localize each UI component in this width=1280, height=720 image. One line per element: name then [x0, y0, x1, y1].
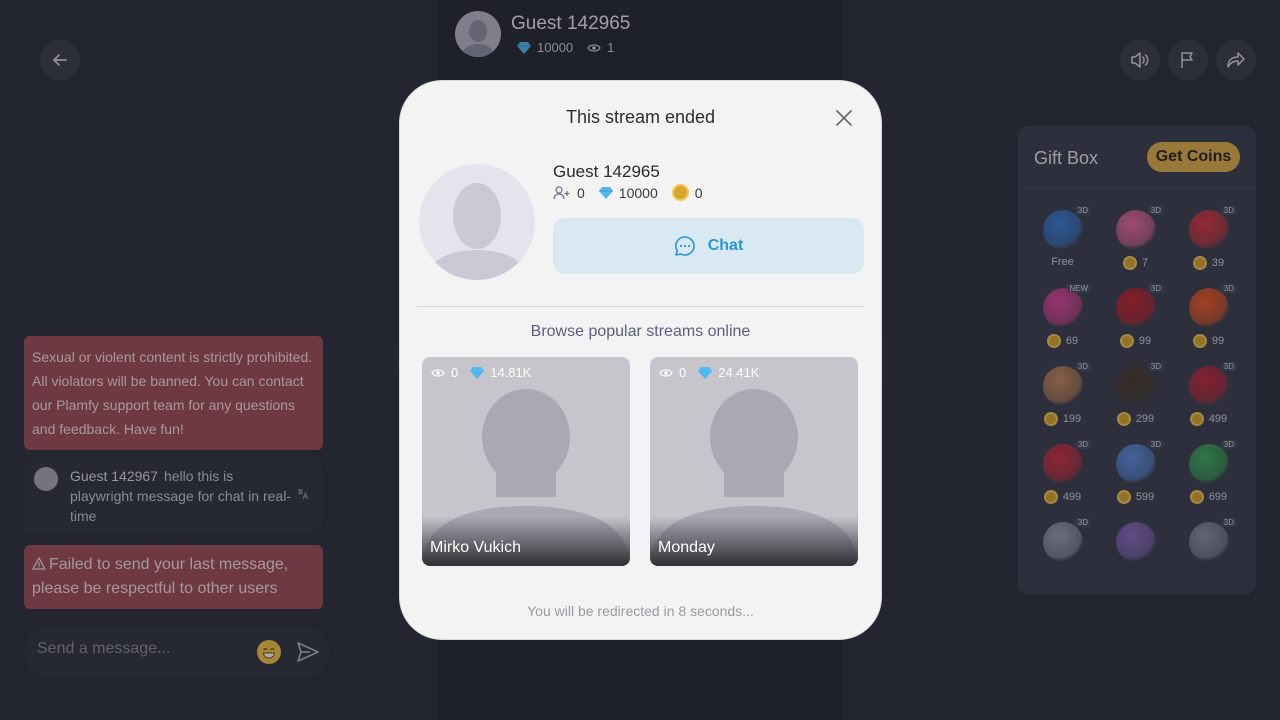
stream-viewers: 0 [679, 365, 687, 380]
stream-card[interactable]: 0 14.81K Mirko Vukich [422, 357, 630, 566]
user-stats: 0 10000 0 [553, 184, 703, 201]
modal-divider [417, 306, 864, 307]
stream-card[interactable]: 0 24.41K Monday [650, 357, 858, 566]
close-button[interactable] [834, 108, 854, 128]
diamond-icon [470, 366, 485, 379]
stream-name: Monday [658, 539, 715, 556]
stream-ended-modal: This stream ended Guest 142965 0 10000 0… [400, 81, 881, 639]
eye-icon [659, 368, 673, 377]
close-icon [836, 110, 852, 126]
chat-button-label: Chat [707, 237, 744, 254]
user-followers: 0 [577, 184, 585, 201]
stream-name: Mirko Vukich [430, 539, 521, 556]
chat-bubble-icon [674, 236, 695, 256]
stream-diamonds: 14.81K [490, 365, 532, 380]
eye-icon [431, 368, 445, 377]
followers-icon [553, 185, 570, 199]
stream-viewers: 0 [451, 365, 459, 380]
coin-icon [671, 184, 689, 201]
chat-button[interactable]: Chat [553, 218, 864, 274]
browse-title: Browse popular streams online [530, 323, 751, 340]
diamond-icon [698, 366, 713, 379]
stream-card-stats: 0 24.41K [659, 365, 759, 380]
user-diamonds: 10000 [618, 184, 658, 201]
stream-diamonds: 24.41K [718, 365, 760, 380]
user-coins: 0 [694, 184, 703, 201]
redirect-countdown: You will be redirected in 8 seconds... [527, 603, 754, 619]
user-name[interactable]: Guest 142965 [553, 162, 660, 182]
diamond-icon [598, 186, 613, 199]
stream-card-stats: 0 14.81K [431, 365, 531, 380]
modal-title: This stream ended [565, 107, 716, 127]
user-avatar[interactable] [419, 164, 535, 280]
